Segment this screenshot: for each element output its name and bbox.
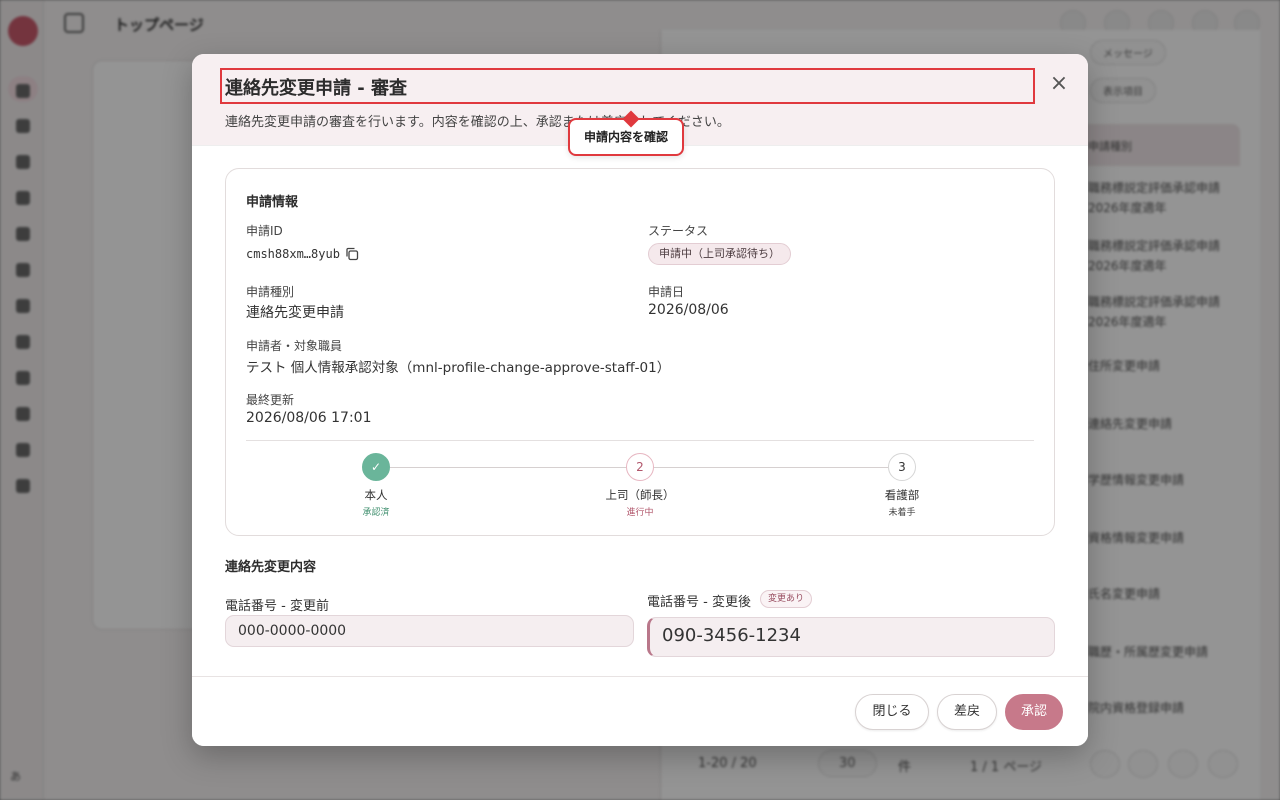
status-label: ステータス — [648, 224, 709, 238]
step-3-circle: 3 — [888, 453, 916, 481]
type-value: 連絡先変更申請 — [246, 305, 344, 321]
step-1-status: 承認済 — [362, 508, 390, 518]
step-2-label: 上司（師長） — [605, 488, 675, 502]
application-info-card: 申請情報 申請ID cmsh88xm…8yub ステータス 申請中（上司承認待ち… — [225, 168, 1055, 536]
before-label: 電話番号 - 変更前 — [225, 599, 329, 614]
hint-tooltip: 申請内容を確認 — [568, 110, 685, 156]
info-divider — [246, 440, 1034, 441]
stepper-line-1 — [390, 467, 626, 468]
phone-before-field: 000-0000-0000 — [225, 615, 634, 647]
type-label: 申請種別 — [246, 285, 295, 299]
stepper-line-2 — [654, 467, 888, 468]
dialog-footer: 閉じる 差戻 承認 — [192, 676, 1088, 746]
changed-badge: 変更あり — [760, 590, 813, 608]
updated-label: 最終更新 — [246, 393, 295, 407]
step-2-circle: 2 — [626, 453, 654, 481]
copy-icon[interactable] — [345, 247, 359, 261]
applicant-value: テスト 個人情報承認対象（mnl-profile-change-approve-… — [246, 360, 671, 376]
step-3-status: 未着手 — [888, 508, 916, 518]
after-label: 電話番号 - 変更後 — [647, 595, 751, 610]
close-button[interactable]: 閉じる — [855, 694, 929, 730]
info-section-title: 申請情報 — [246, 195, 299, 210]
step-1-circle: ✓ — [362, 453, 390, 481]
applicant-label: 申請者・対象職員 — [246, 339, 343, 353]
change-section-title: 連絡先変更内容 — [225, 560, 317, 575]
step-1-label: 本人 — [364, 488, 388, 502]
step-3-label: 看護部 — [884, 488, 920, 502]
application-id-value: cmsh88xm…8yub — [246, 247, 340, 261]
updated-value: 2026/08/06 17:01 — [246, 410, 372, 426]
date-label: 申請日 — [648, 285, 685, 299]
application-id-label: 申請ID — [246, 224, 283, 238]
step-2-status: 進行中 — [626, 508, 654, 518]
date-value: 2026/08/06 — [648, 302, 729, 318]
phone-after-field: 090-3456-1234 — [647, 617, 1055, 657]
approve-button[interactable]: 承認 — [1005, 694, 1063, 730]
tooltip-text: 申請内容を確認 — [584, 130, 669, 144]
dialog-title: 連絡先変更申請 - 審査 — [225, 78, 408, 99]
status-badge: 申請中（上司承認待ち） — [648, 243, 791, 265]
dialog-body[interactable]: 申請情報 申請ID cmsh88xm…8yub ステータス 申請中（上司承認待ち… — [192, 146, 1088, 676]
return-button[interactable]: 差戻 — [937, 694, 997, 730]
close-icon[interactable]: × — [1048, 73, 1070, 95]
review-dialog: 連絡先変更申請 - 審査 連絡先変更申請の審査を行います。内容を確認の上、承認ま… — [192, 54, 1088, 746]
